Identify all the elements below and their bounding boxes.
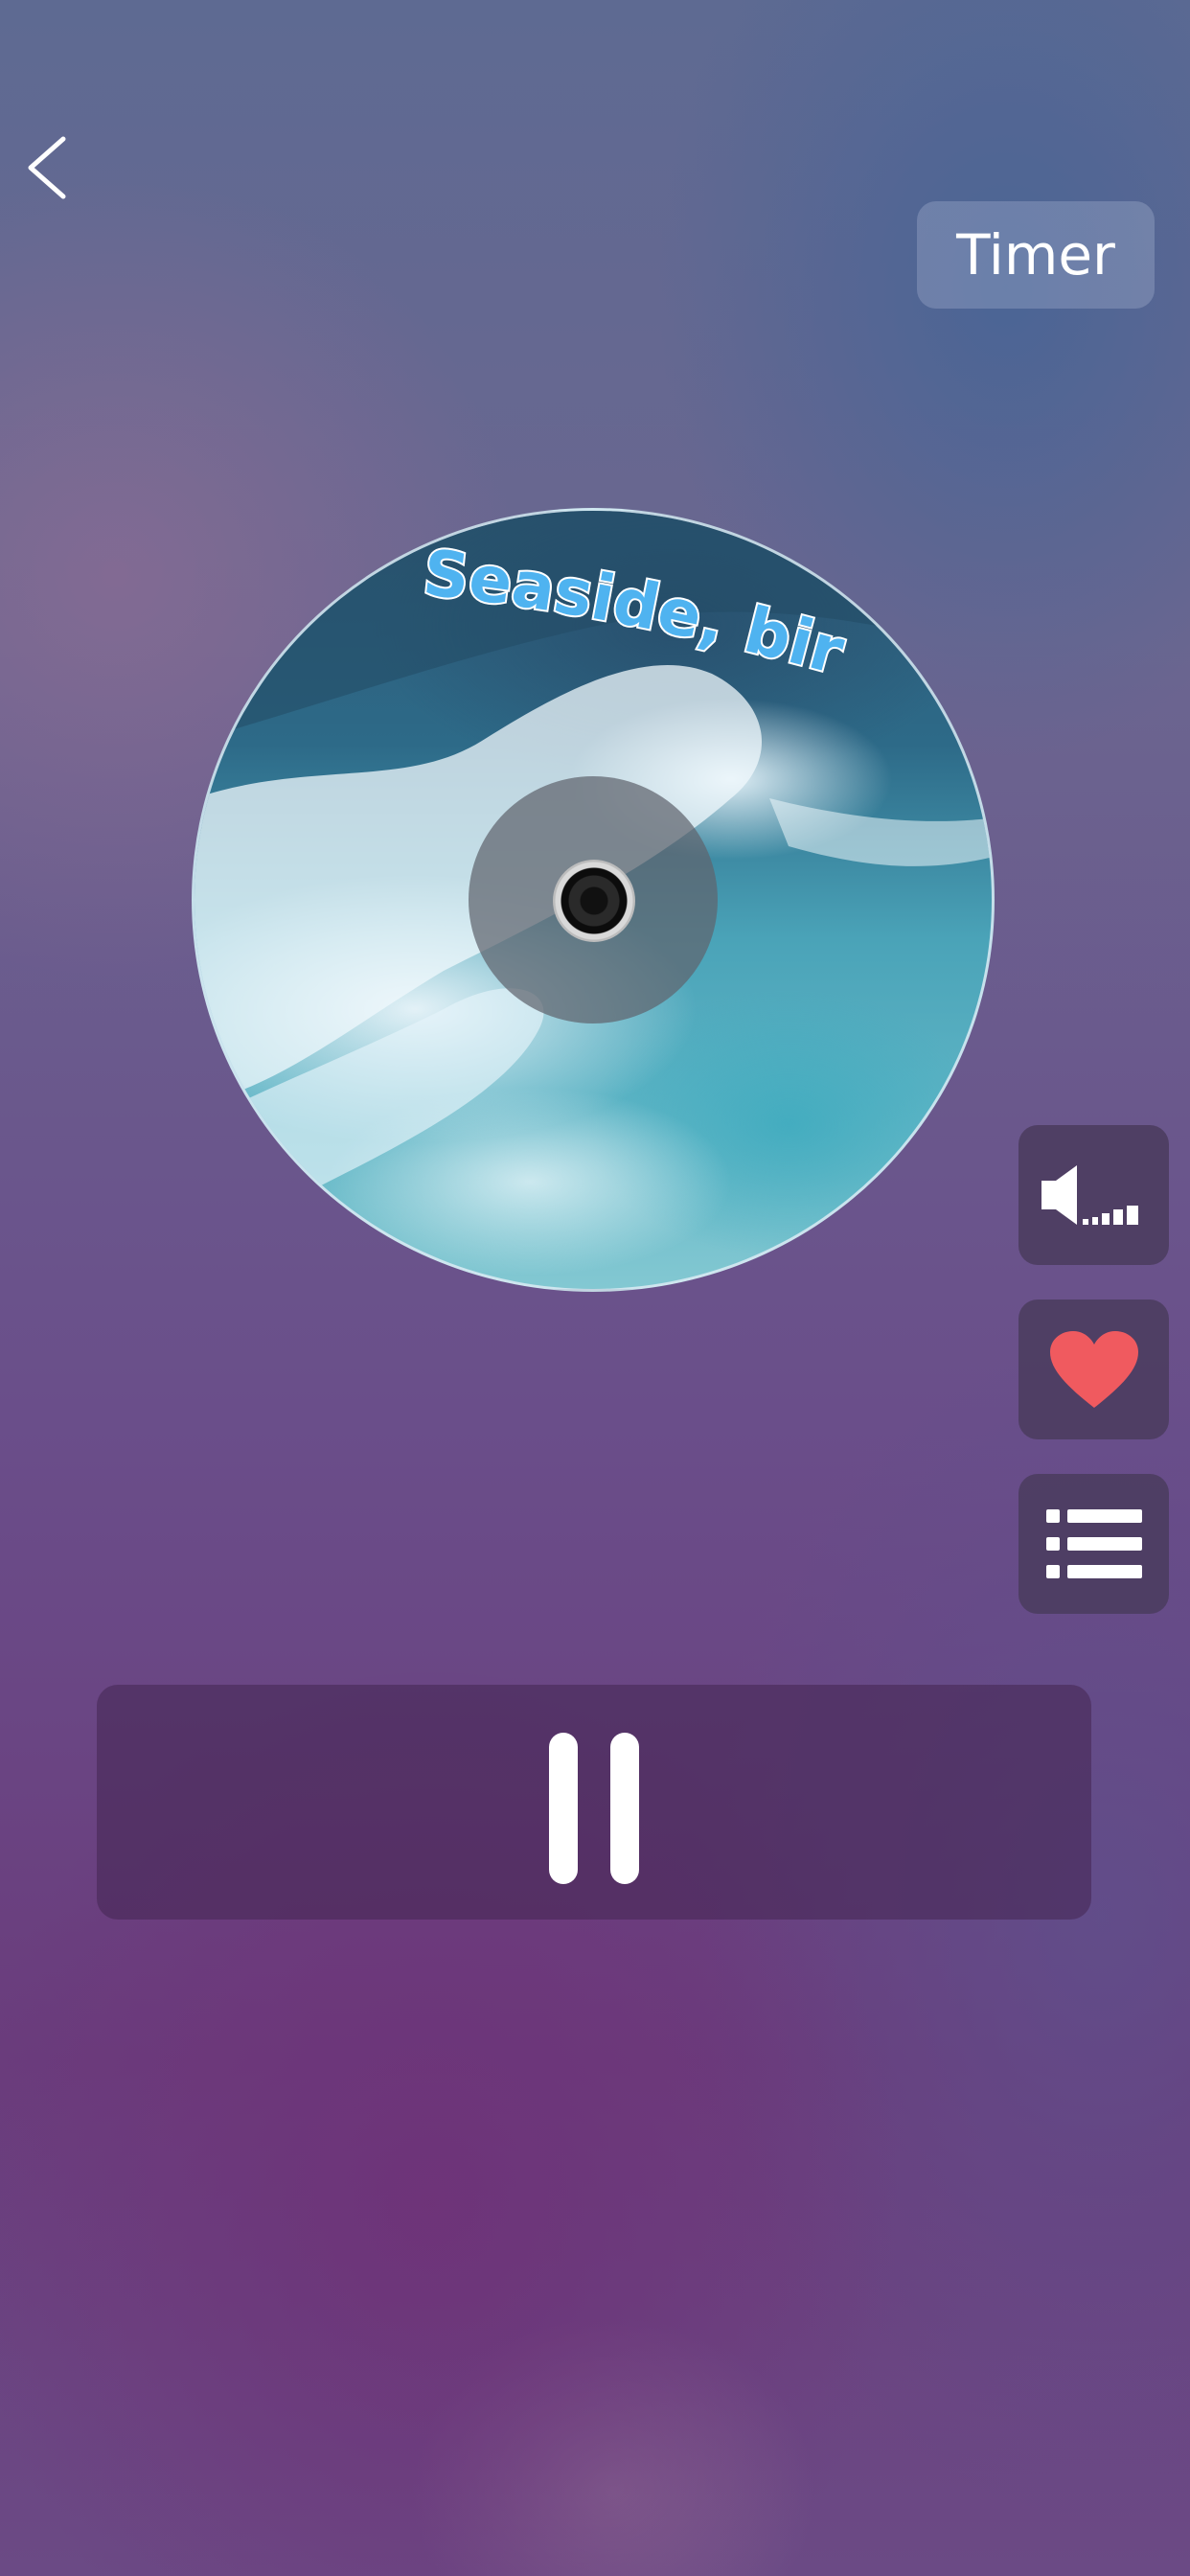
- disc-spindle: [553, 860, 635, 942]
- timer-button[interactable]: Timer: [917, 201, 1155, 309]
- playlist-button[interactable]: [1018, 1474, 1169, 1614]
- pause-icon-bar[interactable]: [610, 1733, 639, 1884]
- volume-icon: [1041, 1165, 1138, 1225]
- timer-button-label: Timer: [956, 222, 1115, 288]
- playlist-icon: [1045, 1509, 1142, 1578]
- chevron-left-icon: [28, 136, 66, 199]
- heart-icon: [1049, 1331, 1138, 1408]
- back-button[interactable]: [19, 129, 77, 206]
- favorite-button[interactable]: [1018, 1300, 1169, 1439]
- play-pause-button[interactable]: [97, 1685, 1091, 1920]
- pause-icon[interactable]: [549, 1733, 578, 1884]
- volume-button[interactable]: [1018, 1125, 1169, 1265]
